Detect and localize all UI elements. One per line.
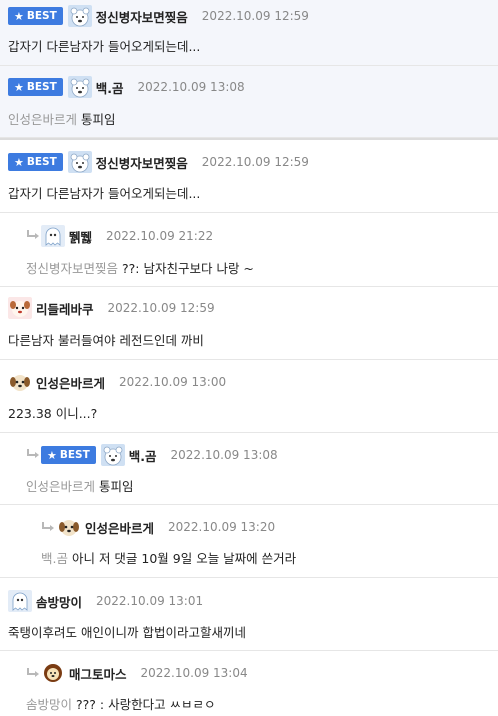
- star-icon: ★: [14, 80, 24, 94]
- comment-author[interactable]: 리들레바쿠: [36, 299, 94, 318]
- comment-author[interactable]: 솜방망이: [36, 592, 82, 611]
- avatar[interactable]: [41, 662, 65, 684]
- avatar[interactable]: [41, 225, 65, 247]
- comment-date: 2022.10.09 12:59: [201, 9, 309, 23]
- comment-author[interactable]: 인성은바르게: [85, 518, 154, 537]
- comment-author[interactable]: 매그토마스: [69, 664, 127, 683]
- comment-text: 솜방망이??? : 사랑한다고 ㅆㅂㄹㅇ: [26, 697, 216, 712]
- avatar[interactable]: [8, 590, 32, 612]
- avatar[interactable]: [8, 371, 32, 393]
- comment-text: 정신병자보면찢음??: 남자친구보다 나랑 ~: [26, 261, 254, 276]
- comment-date: 2022.10.09 13:00: [119, 375, 227, 389]
- avatar[interactable]: [57, 516, 81, 538]
- comment-text: 백.곰 아니 저 댓글 10월 9일 오늘 날짜에 쓴거라: [41, 551, 297, 566]
- best-badge: ★ BEST: [41, 446, 96, 464]
- star-icon: ★: [14, 9, 24, 23]
- comment-text: 죽탱이후려도 애인이니까 합법이라고할새끼네: [8, 625, 246, 640]
- comment-text: 다른남자 불러들여야 레전드인데 까비: [8, 333, 204, 348]
- best-badge: ★ BEST: [8, 78, 63, 96]
- comment-date: 2022.10.09 13:08: [170, 448, 278, 462]
- avatar[interactable]: [68, 76, 92, 98]
- reply-mention[interactable]: 솜방망이: [26, 697, 72, 712]
- star-icon: ★: [14, 155, 24, 169]
- comment: ★ BEST 정신병자보면찢음 2022.10.09 12:59 갑자기 다른남자…: [0, 145, 498, 213]
- comment-text: 223.38 이니...?: [8, 406, 98, 421]
- reply-mention[interactable]: 정신병자보면찢음: [26, 261, 118, 276]
- comment: 리들레바쿠 2022.10.09 12:59 다른남자 불러들여야 레전드인데 …: [0, 287, 498, 360]
- avatar[interactable]: [68, 5, 92, 27]
- reply-mention[interactable]: 인성은바르게: [26, 479, 95, 494]
- comment: 인성은바르게 2022.10.09 13:00 223.38 이니...?: [0, 360, 498, 433]
- comment-date: 2022.10.09 12:59: [107, 301, 215, 315]
- best-comment: ★ BEST 백.곰 2022.10.09 13:08 인성은바르게 통피임: [0, 66, 498, 138]
- reply-arrow-icon: [26, 449, 40, 459]
- comment-date: 2022.10.09 13:20: [168, 520, 276, 534]
- comment-author[interactable]: 백.곰: [96, 78, 124, 97]
- comment-text: 갑자기 다른남자가 들어오게되는데...: [8, 186, 201, 201]
- reply-mention[interactable]: 백.곰: [41, 551, 68, 566]
- comment-text: 인성은바르게 통피임: [8, 112, 116, 127]
- comment-date: 2022.10.09 13:01: [96, 594, 204, 608]
- comment-text: 인성은바르게 통피임: [26, 479, 134, 494]
- avatar[interactable]: [101, 444, 125, 466]
- reply-comment: ★ BEST 백.곰 2022.10.09 13:08 인성은바르게 통피임: [0, 433, 498, 505]
- avatar[interactable]: [68, 151, 92, 173]
- comment-author[interactable]: 백.곰: [129, 446, 157, 465]
- comment-date: 2022.10.09 13:04: [140, 666, 248, 680]
- avatar[interactable]: [8, 297, 32, 319]
- comment-author[interactable]: 정신병자보면찢음: [96, 153, 188, 172]
- reply-arrow-icon: [26, 668, 40, 678]
- comment-date: 2022.10.09 21:22: [106, 229, 214, 243]
- comment-author[interactable]: 정신병자보면찢음: [96, 7, 188, 26]
- comment-author[interactable]: 인성은바르게: [36, 373, 105, 392]
- comment-author[interactable]: 뛝뛣: [69, 227, 92, 246]
- best-badge: ★ BEST: [8, 153, 63, 171]
- reply-arrow-icon: [41, 522, 55, 532]
- comment-date: 2022.10.09 13:08: [137, 80, 245, 94]
- best-comment: ★ BEST 정신병자보면찢음 2022.10.09 12:59 갑자기 다른남자…: [0, 0, 498, 66]
- reply-arrow-icon: [26, 230, 40, 240]
- comment-text: 갑자기 다른남자가 들어오게되는데...: [8, 39, 201, 54]
- reply-comment: 뛝뛣 2022.10.09 21:22 정신병자보면찢음??: 남자친구보다 나…: [0, 213, 498, 287]
- best-badge: ★ BEST: [8, 7, 63, 25]
- comment: 솜방망이 2022.10.09 13:01 죽탱이후려도 애인이니까 합법이라고…: [0, 578, 498, 651]
- reply-comment: 인성은바르게 2022.10.09 13:20 백.곰 아니 저 댓글 10월 9…: [0, 505, 498, 578]
- reply-comment: 매그토마스 2022.10.09 13:04 솜방망이??? : 사랑한다고 ㅆ…: [0, 651, 498, 716]
- reply-mention[interactable]: 인성은바르게: [8, 112, 77, 127]
- comment-date: 2022.10.09 12:59: [201, 155, 309, 169]
- star-icon: ★: [47, 448, 57, 462]
- best-divider: [0, 138, 498, 140]
